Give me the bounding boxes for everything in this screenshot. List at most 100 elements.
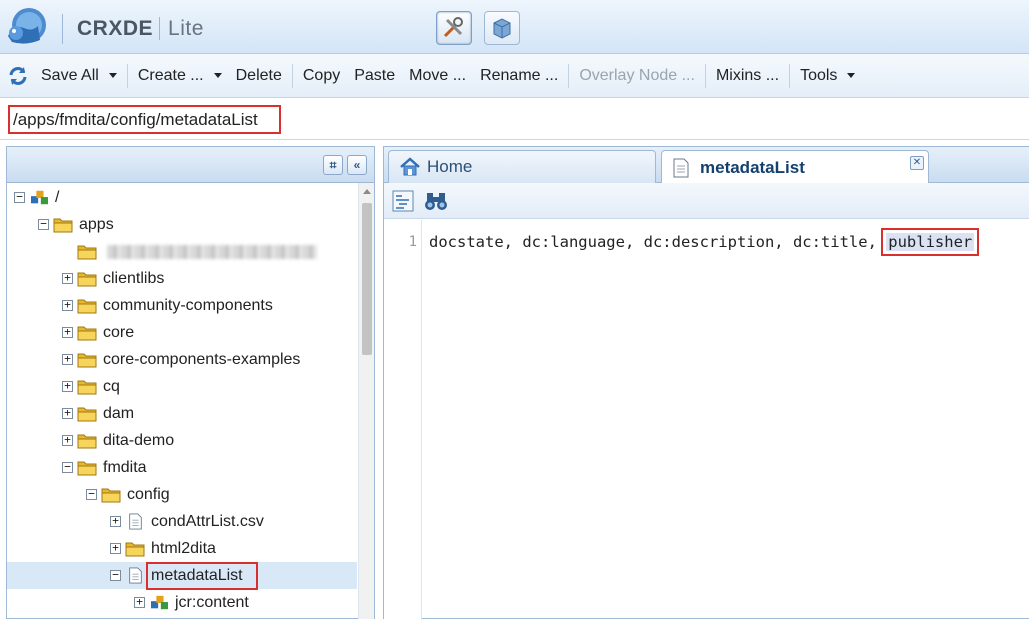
tree-item-label: dam [103,404,135,422]
chevron-down-icon [108,73,117,78]
package-mode-button[interactable] [484,11,520,45]
tree-item[interactable]: + cq [7,373,357,400]
tree-item[interactable]: + core-components-examples [7,346,357,373]
overlay-node-button[interactable]: Overlay Node ... [572,61,702,91]
scroll-thumb[interactable] [362,203,372,355]
tree-item[interactable]: + condAttrList.csv [7,508,357,535]
mixins-button[interactable]: Mixins ... [709,61,786,91]
folder-icon [77,353,97,368]
redacted-label [107,244,317,259]
chevron-down-icon [213,73,222,78]
tree-item[interactable]: − config [7,481,357,508]
file-icon [129,513,142,530]
home-icon [400,157,420,176]
editor-tabbar: Home metadataList ✕ [384,147,1029,184]
tree-item[interactable]: + dam [7,400,357,427]
tab-metadatalist[interactable]: metadataList ✕ [661,150,929,184]
tree-scrollbar[interactable] [358,183,374,619]
copy-button[interactable]: Copy [296,61,347,91]
app-title-light: Lite [159,17,204,40]
crxde-logo-icon [8,8,46,44]
rename-button[interactable]: Rename ... [473,61,565,91]
tree-item[interactable]: − metadataList [7,561,357,590]
folder-icon [77,272,97,287]
expand-icon[interactable]: + [110,542,121,554]
tree-item[interactable]: + [7,238,357,265]
tab-metadatalist-label: metadataList [700,157,805,177]
tree-item-label: config [127,485,170,503]
tree-item-label: core [103,323,135,341]
close-icon[interactable]: ✕ [910,156,924,170]
folder-icon [77,380,97,395]
tree-item[interactable]: + community-components [7,292,357,319]
editor-toolbar [384,183,1029,219]
tree-item[interactable]: − / [7,184,357,211]
package-mode-icon [493,18,511,39]
tree-item-label: metadataList [146,561,258,590]
tree-item-label: html2dita [151,539,216,557]
find-icon[interactable]: ⌗ [323,155,343,175]
save-all-button[interactable]: Save All [34,61,124,91]
expand-icon[interactable]: + [62,353,73,365]
expand-icon[interactable]: + [62,380,73,392]
chevron-down-icon [847,73,856,78]
repository-tree-panel: ⌗ « −/−apps++clientlibs+community-compon… [6,146,375,619]
folder-icon [77,434,97,449]
toolbar-separator [126,63,128,88]
line-gutter: 1 [384,220,422,620]
tools-menu-button[interactable]: Tools [793,61,862,91]
code-editor[interactable]: 1 docstate, dc:language, dc:description,… [384,220,1029,620]
tree-item[interactable]: − apps [7,211,357,238]
app-title-bold: CRXDE [77,17,154,40]
path-input[interactable] [8,105,281,134]
tools-mode-button[interactable] [436,11,472,45]
expand-icon[interactable]: + [110,515,121,527]
tree-item[interactable]: + html2dita [7,535,357,562]
format-icon[interactable] [392,190,414,212]
expand-icon[interactable]: + [62,407,73,419]
tree-item-label: clientlibs [103,269,165,287]
app-header: CRXDE Lite [0,0,1029,54]
expand-icon[interactable]: + [62,272,73,284]
folder-icon [77,326,97,341]
collapse-icon[interactable]: − [14,191,25,203]
move-button[interactable]: Move ... [402,61,473,91]
folder-icon [101,488,121,503]
tree-item-label: community-components [103,296,273,314]
tree-panel-header: ⌗ « [7,147,374,183]
refresh-icon[interactable] [6,64,30,88]
collapse-icon[interactable]: − [110,569,121,581]
tree-item-label: jcr:content [175,593,249,611]
collapse-panel-icon[interactable]: « [347,155,367,175]
find-binoculars-icon[interactable] [424,190,448,212]
expand-icon[interactable]: + [134,596,145,608]
folder-icon [125,542,145,557]
tree-item-label: condAttrList.csv [151,512,264,530]
tree-item[interactable]: − fmdita [7,454,357,481]
path-bar [0,98,1029,140]
delete-button[interactable]: Delete [229,61,289,91]
tree-item[interactable]: + core [7,319,357,346]
code-line[interactable]: docstate, dc:language, dc:description, d… [429,228,980,256]
expand-icon[interactable]: + [62,434,73,446]
tree-item[interactable]: + jcr:content [7,589,357,616]
scroll-up-icon[interactable] [363,189,371,194]
expand-icon[interactable]: + [62,299,73,311]
line-number: 1 [408,234,417,250]
paste-button[interactable]: Paste [347,61,402,91]
tab-home[interactable]: Home [388,150,656,183]
create-button[interactable]: Create ... [131,61,229,91]
toolbar-separator [291,63,293,88]
tree-item-label: / [55,188,60,206]
tree-item[interactable]: + dita-demo [7,427,357,454]
collapse-icon[interactable]: − [62,461,73,473]
collapse-icon[interactable]: − [38,218,49,230]
expand-icon[interactable]: + [62,326,73,338]
collapse-icon[interactable]: − [86,488,97,500]
tree-item[interactable]: + clientlibs [7,265,357,292]
tools-mode-icon [443,17,463,38]
tree-item-label: apps [79,215,114,233]
folder-icon [77,407,97,422]
tools-label: Tools [800,66,838,84]
toolbar-separator [789,63,791,88]
